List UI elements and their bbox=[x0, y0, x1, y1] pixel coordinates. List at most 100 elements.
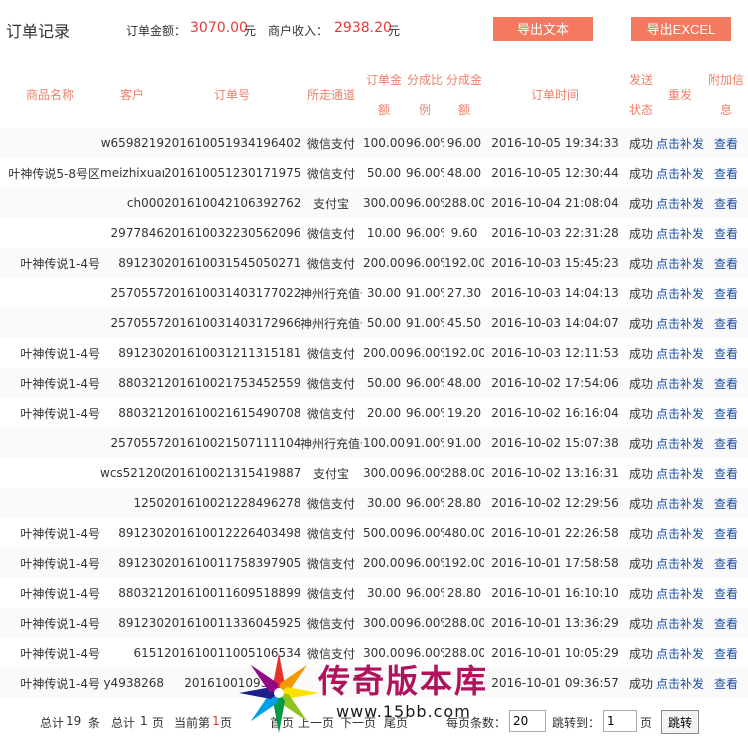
cell-amount: 300.00 bbox=[362, 608, 406, 638]
view-info-link[interactable]: 查看 bbox=[704, 608, 748, 638]
export-text-button[interactable]: 导出文本 bbox=[493, 17, 593, 41]
cell-share: 480.00 bbox=[444, 526, 484, 540]
total-records: 19 bbox=[66, 714, 82, 728]
view-info-link[interactable]: 查看 bbox=[704, 368, 748, 398]
total-pages-suffix: 页 bbox=[152, 716, 165, 730]
view-info-link[interactable]: 查看 bbox=[704, 218, 748, 248]
table-row: 叶神传说1-4号 880321 201610021753452559 微信支付 50.0… bbox=[0, 368, 748, 398]
view-info-link[interactable]: 查看 bbox=[704, 458, 748, 488]
cell-amount: 50.00 bbox=[362, 368, 406, 398]
status-text: 成功 bbox=[626, 668, 656, 698]
status-text: 成功 bbox=[628, 646, 653, 661]
view-info-link[interactable]: 查看 bbox=[704, 488, 748, 518]
resend-link[interactable]: 点击补发 bbox=[656, 218, 704, 248]
view-info-link[interactable]: 查看 bbox=[704, 188, 748, 218]
cell-customer: 2570557 bbox=[100, 308, 164, 338]
resend-link[interactable]: 点击补发 bbox=[656, 428, 704, 458]
watermark: 传奇版本库 www.15bb.com bbox=[236, 650, 516, 736]
cell-customer: 891230 bbox=[100, 548, 164, 578]
resend-link[interactable]: 点击补发 bbox=[656, 128, 704, 158]
col-info: 附加信息 bbox=[707, 73, 744, 117]
resend-link[interactable]: 点击补发 bbox=[656, 248, 704, 278]
cell-customer: 880321 bbox=[118, 586, 164, 600]
cell-ratio: 96.00% bbox=[406, 526, 444, 540]
jump-page-input[interactable] bbox=[603, 710, 637, 732]
resend-link[interactable]: 点击补发 bbox=[656, 158, 704, 188]
status-text: 成功 bbox=[626, 368, 656, 398]
cell-order-no: 201610021315419887 bbox=[164, 466, 300, 480]
cell-product bbox=[0, 458, 100, 488]
view-info-link[interactable]: 查看 bbox=[704, 548, 748, 578]
cell-amount: 50.00 bbox=[362, 308, 406, 338]
cell-channel: 微信支付 bbox=[300, 368, 362, 398]
cell-amount: 20.00 bbox=[366, 406, 402, 420]
merchant-income-value: 2938.20 bbox=[334, 20, 392, 36]
col-time: 订单时间 bbox=[530, 88, 579, 102]
total-pages-prefix: 总计 bbox=[111, 716, 136, 730]
orders-table: 商品名称 客户 订单号 所走通道 订单金额 分成比例 分成金额 订单时间 发送状… bbox=[0, 62, 748, 698]
cell-order-no: 201610051230171975 bbox=[164, 166, 300, 180]
table-row: 叶神传说1-4号 891230 201610011758397905 微信支付 200.… bbox=[0, 548, 748, 578]
export-excel-button[interactable]: 导出EXCEL bbox=[631, 17, 731, 41]
resend-link[interactable]: 点击补发 bbox=[656, 368, 704, 398]
table-row: 2570557201610031403172966神州行充值卡50.0091.0… bbox=[0, 308, 748, 338]
status-text: 成功 bbox=[626, 308, 656, 338]
status-text: 成功 bbox=[626, 188, 656, 218]
table-row: 2570557201610021507111104神州行充值卡100.0091.… bbox=[0, 428, 748, 458]
status-text: 成功 bbox=[628, 286, 653, 301]
cell-time: 2016-10-01 22:26:58 bbox=[491, 526, 619, 540]
status-text: 成功 bbox=[628, 226, 653, 241]
total-records-suffix: 条 bbox=[88, 716, 101, 730]
cell-share: 192.00 bbox=[444, 548, 484, 578]
view-info-link[interactable]: 查看 bbox=[704, 578, 748, 608]
status-text: 成功 bbox=[628, 166, 653, 181]
watermark-star-logo-icon bbox=[239, 653, 319, 733]
col-order-no: 订单号 bbox=[213, 88, 250, 102]
current-page-prefix: 当前第 bbox=[174, 716, 211, 730]
resend-link[interactable]: 点击补发 bbox=[656, 458, 704, 488]
resend-link[interactable]: 点击补发 bbox=[656, 338, 704, 368]
cell-product: 叶神传说1-4号 bbox=[0, 248, 100, 278]
resend-link[interactable]: 点击补发 bbox=[656, 638, 704, 668]
cell-time: 2016-10-02 16:16:04 bbox=[491, 406, 619, 420]
view-info-link[interactable]: 查看 bbox=[704, 158, 748, 188]
cell-share: 27.30 bbox=[446, 286, 482, 300]
cell-ratio: 96.00% bbox=[406, 488, 444, 518]
resend-link[interactable]: 点击补发 bbox=[656, 608, 704, 638]
cell-order-no: 201610011336045925 bbox=[164, 608, 300, 638]
resend-link[interactable]: 点击补发 bbox=[656, 488, 704, 518]
cell-share: 19.20 bbox=[446, 406, 482, 420]
view-info-link[interactable]: 查看 bbox=[704, 518, 748, 548]
cell-share: 288.00 bbox=[444, 608, 484, 638]
col-product: 商品名称 bbox=[25, 88, 74, 102]
view-info-link[interactable]: 查看 bbox=[704, 278, 748, 308]
resend-link[interactable]: 点击补发 bbox=[656, 398, 704, 428]
resend-link[interactable]: 点击补发 bbox=[656, 518, 704, 548]
resend-link[interactable]: 点击补发 bbox=[656, 278, 704, 308]
view-info-link[interactable]: 查看 bbox=[704, 248, 748, 278]
status-text: 成功 bbox=[628, 346, 653, 361]
view-info-link[interactable]: 查看 bbox=[704, 668, 748, 698]
cell-channel: 微信支付 bbox=[306, 526, 355, 541]
resend-link[interactable]: 点击补发 bbox=[656, 308, 704, 338]
merchant-income-label: 商户收入： bbox=[268, 24, 329, 38]
cell-amount: 300.00 bbox=[363, 466, 405, 480]
view-info-link[interactable]: 查看 bbox=[704, 128, 748, 158]
page-title: 订单记录 bbox=[6, 22, 71, 41]
cell-customer: meizhixuan bbox=[100, 166, 164, 180]
view-info-link[interactable]: 查看 bbox=[704, 308, 748, 338]
cell-product bbox=[0, 428, 100, 458]
cell-amount: 30.00 bbox=[362, 488, 406, 518]
status-text: 成功 bbox=[628, 586, 653, 601]
table-row: ch000201610042106392762支付宝300.0096.00%28… bbox=[0, 188, 748, 218]
view-info-link[interactable]: 查看 bbox=[704, 338, 748, 368]
resend-link[interactable]: 点击补发 bbox=[656, 668, 704, 698]
cell-customer: 6151 bbox=[133, 646, 164, 660]
resend-link[interactable]: 点击补发 bbox=[656, 578, 704, 608]
jump-button[interactable]: 跳转 bbox=[661, 710, 700, 734]
view-info-link[interactable]: 查看 bbox=[704, 398, 748, 428]
resend-link[interactable]: 点击补发 bbox=[656, 548, 704, 578]
view-info-link[interactable]: 查看 bbox=[704, 638, 748, 668]
resend-link[interactable]: 点击补发 bbox=[656, 188, 704, 218]
view-info-link[interactable]: 查看 bbox=[704, 428, 748, 458]
